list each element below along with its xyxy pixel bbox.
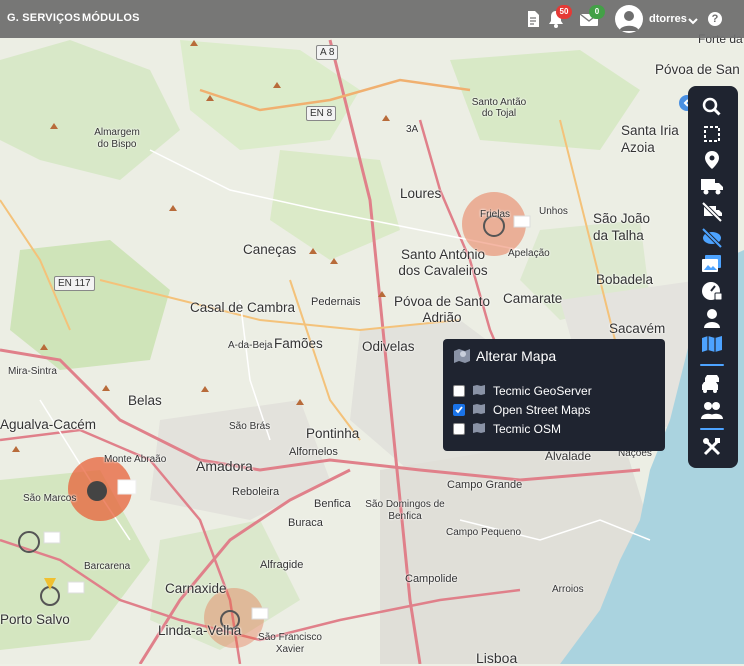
help-icon[interactable]: ? [708,12,722,26]
users-icon[interactable] [698,397,726,423]
menu-modulos[interactable]: MÓDULOS [82,12,140,24]
map-icon [472,403,486,418]
map-layers-icon [453,348,471,369]
option-label: Tecmic OSM [493,422,562,436]
change-map-popup: Alterar Mapa Tecmic GeoServer Open Stree… [443,339,665,451]
dashboard-gauge-icon[interactable] [698,278,726,304]
map-label-place: Santo António dos Cavaleiros [398,247,488,278]
road-shield: EN 8 [306,106,337,121]
map-label-place: Alvalade [545,449,592,463]
map-label-place: Campo Grande [447,479,523,491]
map-label-place: Pontinha [306,426,360,441]
map-label-place: Frielas [480,209,511,220]
map-label-place: Carnaxide [165,581,227,596]
location-pin-icon[interactable] [698,147,726,173]
map-label-place: Caneças [243,242,297,257]
map-label-place: Alfornelos [289,446,338,458]
envelope-icon[interactable]: 0 [579,5,605,29]
option-label: Open Street Maps [493,403,591,417]
truck-icon[interactable] [698,173,726,199]
map-label-place: Pedernais [311,296,361,308]
top-navigation-bar: G. SERVIÇOS MÓDULOS 50 0 dtorres ? [0,0,744,38]
username[interactable]: dtorres [649,13,687,25]
messages-badge: 0 [589,5,605,19]
map-label-place: São Francisco Xavier [258,632,322,655]
map-label-place: São Marcos [23,493,77,504]
map-label-place: Mira-Sintra [8,366,57,377]
checkbox[interactable] [453,385,465,397]
select-area-icon[interactable] [698,121,726,147]
map-layers-icon[interactable] [698,331,726,357]
map-label-place: Almargem do Bispo [94,127,140,150]
popup-title: Alterar Mapa [476,348,557,364]
map-label-place: São Domingos de Benfica [365,499,445,522]
map-toolbar [688,86,738,468]
map-label-place: Monte Abraão [104,454,167,465]
checkbox-checked[interactable] [453,404,465,416]
map-label-place: Póvoa de San [655,62,740,77]
map-icon [472,384,486,399]
map-option-tecmic-osm[interactable]: Tecmic OSM [453,421,561,437]
map-label-place: Apelação [508,248,550,259]
map-option-tecmic-geoserver[interactable]: Tecmic GeoServer [453,383,592,399]
car-group-icon[interactable] [698,371,726,397]
user-icon[interactable] [698,305,726,331]
map-label-place: Odivelas [362,339,415,354]
chevron-down-icon[interactable] [688,13,698,31]
toolbar-separator [700,428,724,430]
map-label-place: Barcarena [84,561,131,572]
map-label-place: Belas [128,393,162,408]
map-label-place: Amadora [196,458,253,474]
notifications-badge: 50 [556,5,572,19]
map-label-place: Campo Pequeno [446,527,522,538]
map-label-place: Sacavém [609,321,666,336]
checkbox[interactable] [453,423,465,435]
avatar[interactable] [615,5,643,33]
map-label-place: Campolide [405,573,458,585]
bell-icon[interactable]: 50 [546,5,572,29]
map-label-place: Porto Salvo [0,612,70,627]
tools-icon[interactable] [698,434,726,460]
map-label-place: Santo Antão do Tojal [471,97,527,119]
map-label-place: Unhos [539,206,568,217]
map-label-place: Benfica [314,498,351,510]
hide-poi-icon[interactable] [698,225,726,251]
map-label-road-number: 3A [406,124,419,135]
toolbar-separator [700,364,724,366]
map-label-place: Buraca [288,517,323,529]
gallery-icon[interactable] [698,251,726,277]
document-icon[interactable] [523,9,543,29]
map-label-place: Linda-a-Velha [158,623,242,638]
map-label-place: Loures [400,186,442,201]
map-label-place: Camarate [503,291,563,306]
search-icon[interactable] [698,94,726,120]
road-shield: EN 117 [54,276,95,291]
map-option-open-street-maps[interactable]: Open Street Maps [453,402,590,418]
map-label-place: Santa Iria Azoia [621,123,679,155]
map-label-place: Arroios [552,584,584,595]
menu-servicos[interactable]: G. SERVIÇOS [7,12,81,24]
map-label-place: Reboleira [232,486,280,498]
map-label-place: Agualva-Cacém [0,417,97,432]
map-label-place: Alfragide [260,559,304,571]
map-label-place: Bobadela [596,272,654,287]
hide-vehicles-icon[interactable] [698,199,726,225]
map-icon [472,422,486,437]
map-label-place: São João da Talha [593,211,651,243]
map-label-place: Casal de Cambra [190,300,296,315]
map-label-place: A-da-Beja [228,340,273,351]
map-label-place: Famões [274,336,323,351]
map-label-place: São Brás [229,421,271,432]
option-label: Tecmic GeoServer [493,384,592,398]
road-shield: A 8 [316,45,339,60]
map-label-place: Póvoa de Santo Adrião [393,294,491,325]
